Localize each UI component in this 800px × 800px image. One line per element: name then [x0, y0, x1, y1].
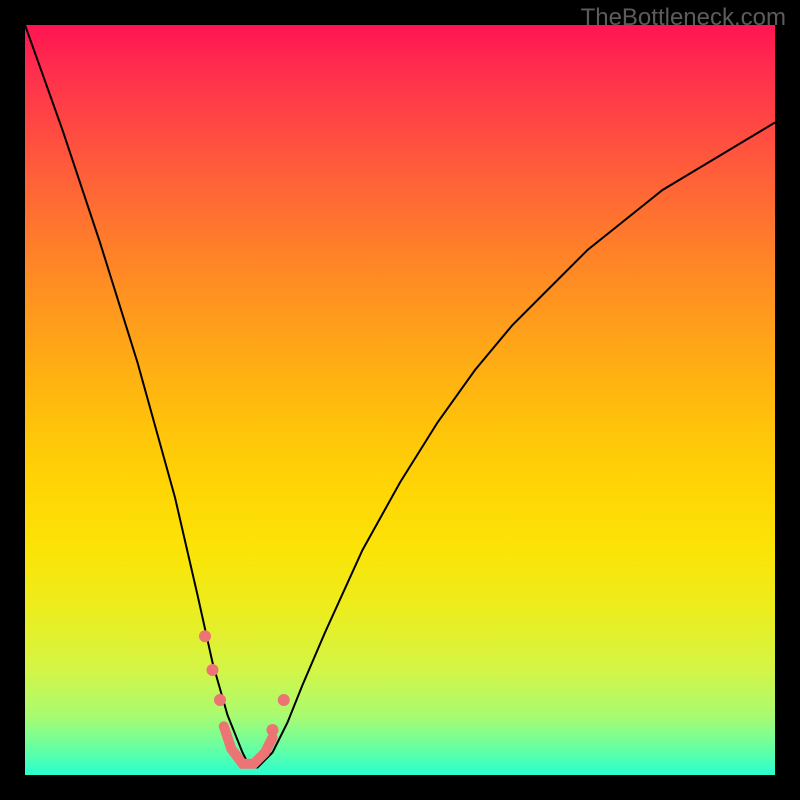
marker-point	[199, 630, 211, 642]
marker-group	[199, 630, 290, 736]
bottleneck-curve	[25, 25, 775, 768]
marker-point	[214, 694, 226, 706]
bottom-arc	[224, 726, 273, 764]
marker-point	[278, 694, 290, 706]
marker-point	[267, 724, 279, 736]
chart-frame: TheBottleneck.com	[0, 0, 800, 800]
marker-point	[207, 664, 219, 676]
watermark-text: TheBottleneck.com	[581, 4, 786, 32]
chart-overlay	[25, 25, 775, 775]
